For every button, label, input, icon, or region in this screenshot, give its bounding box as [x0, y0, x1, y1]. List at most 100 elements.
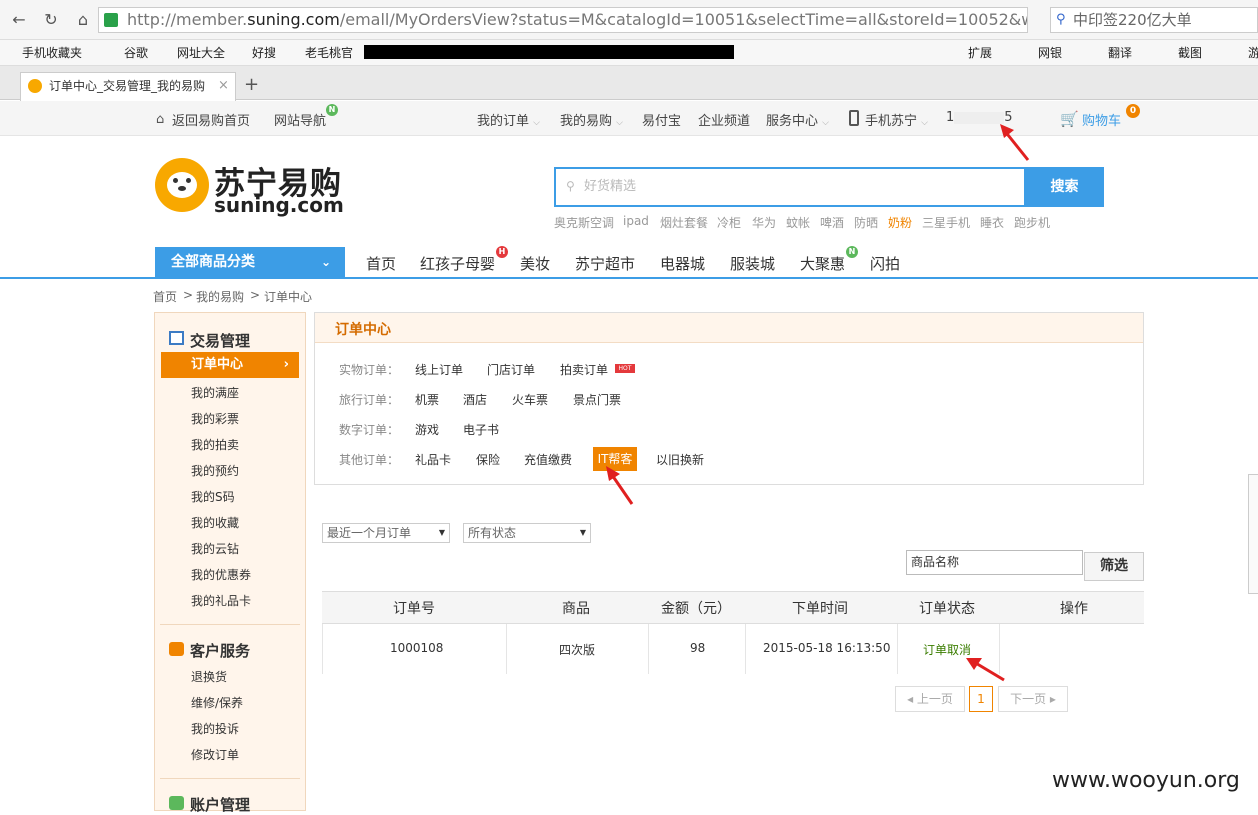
nav-item[interactable]: 大聚惠 [800, 253, 845, 274]
page-number-current[interactable]: 1 [969, 686, 993, 712]
username-link[interactable]: 15 [946, 110, 1013, 125]
hot-word[interactable]: 奥克斯空调 [554, 214, 614, 231]
order-type-link-active[interactable]: IT帮客 [593, 447, 637, 471]
nav-item[interactable]: 电器城 [660, 253, 705, 274]
bookmark-item[interactable]: 翻译 [1108, 44, 1132, 61]
hot-word[interactable]: 华为 [752, 214, 776, 231]
site-search-input[interactable]: 好货精选 [554, 167, 1026, 207]
enterprise-link[interactable]: 企业频道 [698, 110, 750, 129]
cart-icon: 🛒 [1060, 110, 1079, 128]
order-number-link[interactable]: 1000108 [390, 641, 443, 655]
order-type-label: 其他订单： [339, 453, 400, 467]
tab-active[interactable]: 订单中心_交易管理_我的易购 [20, 72, 236, 101]
reload-icon[interactable]: ↻ [38, 8, 64, 32]
bookmark-item[interactable]: 网址大全 [177, 44, 225, 61]
order-type-link[interactable]: 保险 [476, 451, 500, 468]
sidebar-item[interactable]: 我的云钻 [191, 540, 239, 557]
order-type-link[interactable]: 门店订单 [487, 361, 535, 378]
breadcrumb-item[interactable]: 首页 [153, 288, 177, 305]
time-range-select[interactable]: 最近一个月订单 ▼ [322, 523, 450, 543]
next-page-button[interactable]: 下一页 ▸ [998, 686, 1068, 712]
cart-link[interactable]: 购物车 [1082, 110, 1121, 129]
hot-word[interactable]: 蚊帐 [786, 214, 810, 231]
order-type-link[interactable]: 火车票 [512, 391, 548, 408]
sidebar-item[interactable]: 我的优惠券 [191, 566, 251, 583]
order-type-link[interactable]: 充值缴费 [524, 451, 572, 468]
bookmark-item[interactable]: 截图 [1178, 44, 1202, 61]
sidebar-item[interactable]: 我的彩票 [191, 410, 239, 427]
nav-item[interactable]: 美妆 [520, 253, 550, 274]
browser-search-input[interactable]: 中印签220亿大单 [1050, 7, 1258, 33]
product-name-input[interactable]: 商品名称 [906, 550, 1083, 575]
order-type-link[interactable]: 线上订单 [415, 361, 463, 378]
prev-page-button[interactable]: ◂ 上一页 [895, 686, 965, 712]
mobile-suning-link[interactable]: 手机苏宁 ⌵ [865, 110, 928, 129]
sidebar-item[interactable]: 我的礼品卡 [191, 592, 251, 609]
close-icon[interactable]: × [218, 78, 229, 93]
product-name[interactable]: 四次版 [559, 641, 595, 658]
order-type-link[interactable]: 机票 [415, 391, 439, 408]
order-type-link[interactable]: 酒店 [463, 391, 487, 408]
service-center-link[interactable]: 服务中心 ⌵ [766, 110, 829, 129]
back-icon[interactable]: ← [6, 8, 32, 32]
sidebar-item[interactable]: 维修/保养 [191, 694, 243, 711]
tab-title: 订单中心_交易管理_我的易购 [49, 79, 206, 93]
address-bar[interactable]: http://member.suning.com/emall/MyOrdersV… [98, 7, 1028, 33]
new-tab-button[interactable]: + [244, 74, 259, 95]
my-orders-link[interactable]: 我的订单 ⌵ [477, 110, 540, 129]
hot-word[interactable]: 烟灶套餐 [660, 214, 708, 231]
order-type-link[interactable]: 景点门票 [573, 391, 621, 408]
cell-border [322, 624, 323, 674]
breadcrumb-item[interactable]: 我的易购 [196, 288, 244, 305]
status-select[interactable]: 所有状态 ▼ [463, 523, 591, 543]
sidebar-item[interactable]: 我的预约 [191, 462, 239, 479]
suning-lion-logo[interactable] [155, 158, 209, 212]
nav-item[interactable]: 服装城 [730, 253, 775, 274]
side-float-tab[interactable] [1248, 474, 1258, 594]
hot-word[interactable]: 奶粉 [888, 214, 912, 231]
sidebar-item[interactable]: 修改订单 [191, 746, 239, 763]
bookmark-item[interactable]: 好搜 [252, 44, 276, 61]
bookmark-item[interactable]: 谷歌 [124, 44, 148, 61]
hot-word[interactable]: ipad [623, 214, 649, 228]
site-nav-link[interactable]: 网站导航 [274, 110, 326, 129]
yifubao-link[interactable]: 易付宝 [642, 110, 681, 129]
back-home-link[interactable]: 返回易购首页 [172, 110, 250, 129]
all-categories-button[interactable]: 全部商品分类 ⌄ [155, 247, 345, 278]
nav-item[interactable]: 红孩子母婴 [420, 253, 495, 274]
time-range-value: 最近一个月订单 [327, 526, 412, 540]
chevron-left-icon: ◂ [907, 692, 914, 706]
bookmark-item[interactable]: 游 [1248, 44, 1258, 61]
order-type-link[interactable]: 以旧换新 [656, 451, 704, 468]
order-type-link[interactable]: 礼品卡 [415, 451, 451, 468]
bookmark-item[interactable]: 扩展 [968, 44, 992, 61]
hot-word[interactable]: 跑步机 [1014, 214, 1050, 231]
bookmark-item[interactable]: 手机收藏夹 [22, 44, 82, 61]
hot-word[interactable]: 冷柜 [717, 214, 741, 231]
bookmark-item[interactable]: 网银 [1038, 44, 1062, 61]
sidebar-item[interactable]: 我的投诉 [191, 720, 239, 737]
sidebar-item-order-center[interactable]: 订单中心 › [161, 352, 299, 378]
sidebar-item[interactable]: 退换货 [191, 668, 227, 685]
nav-item[interactable]: 闪拍 [870, 253, 900, 274]
order-type-link[interactable]: 电子书 [463, 421, 499, 438]
hot-word[interactable]: 三星手机 [922, 214, 970, 231]
sidebar-item[interactable]: 我的收藏 [191, 514, 239, 531]
filter-button[interactable]: 筛选 [1084, 552, 1144, 581]
home-icon[interactable]: ⌂ [70, 8, 96, 32]
sidebar-item[interactable]: 我的满座 [191, 384, 239, 401]
sidebar-item-label: 订单中心 [191, 357, 244, 372]
sidebar-item[interactable]: 我的S码 [191, 488, 235, 505]
sidebar-item[interactable]: 我的拍卖 [191, 436, 239, 453]
order-type-link[interactable]: 游戏 [415, 421, 439, 438]
my-yigou-link[interactable]: 我的易购 ⌵ [560, 110, 623, 129]
search-button[interactable]: 搜索 [1025, 167, 1104, 207]
service-icon [169, 642, 184, 656]
nav-item[interactable]: 苏宁超市 [575, 253, 635, 274]
order-type-link[interactable]: 拍卖订单 [560, 361, 608, 378]
hot-word[interactable]: 防晒 [854, 214, 878, 231]
nav-item[interactable]: 首页 [366, 253, 396, 274]
bookmark-item[interactable]: 老毛桃官 [305, 44, 353, 61]
hot-word[interactable]: 啤酒 [820, 214, 844, 231]
hot-word[interactable]: 睡衣 [980, 214, 1004, 231]
